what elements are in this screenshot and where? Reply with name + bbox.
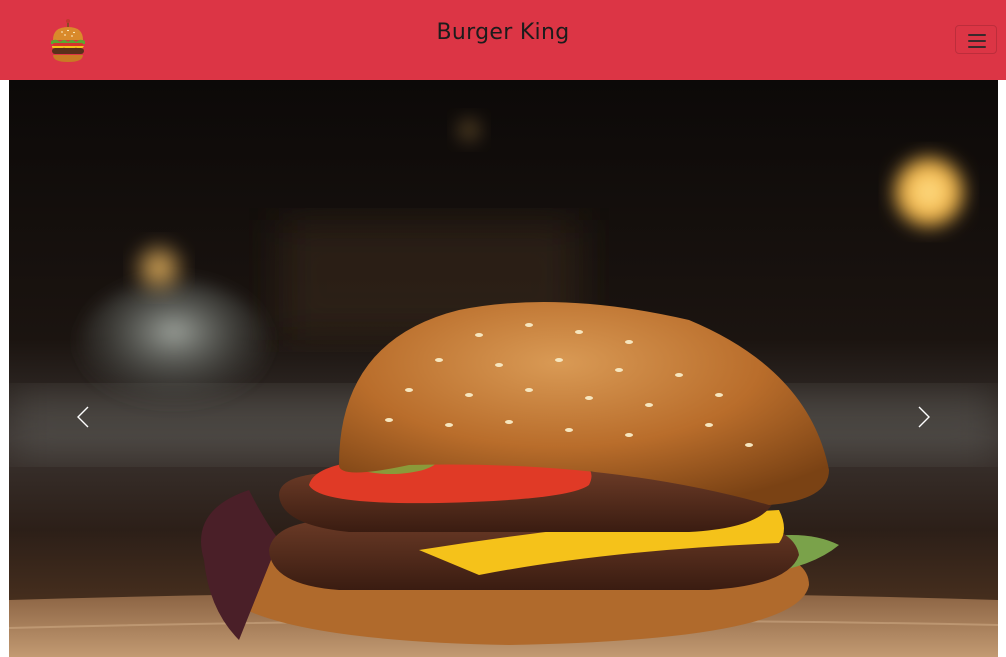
page-edge [998,80,1006,657]
chevron-right-icon [918,406,930,428]
navbar: Burger King [0,0,1006,80]
chevron-left-icon [77,406,89,428]
carousel-next-button[interactable] [899,380,949,454]
image-carousel [9,80,998,657]
burger-photo [9,80,998,657]
brand-title[interactable]: Burger King [0,20,1006,45]
navbar-toggler-button[interactable] [955,25,997,54]
carousel-prev-button[interactable] [58,380,108,454]
